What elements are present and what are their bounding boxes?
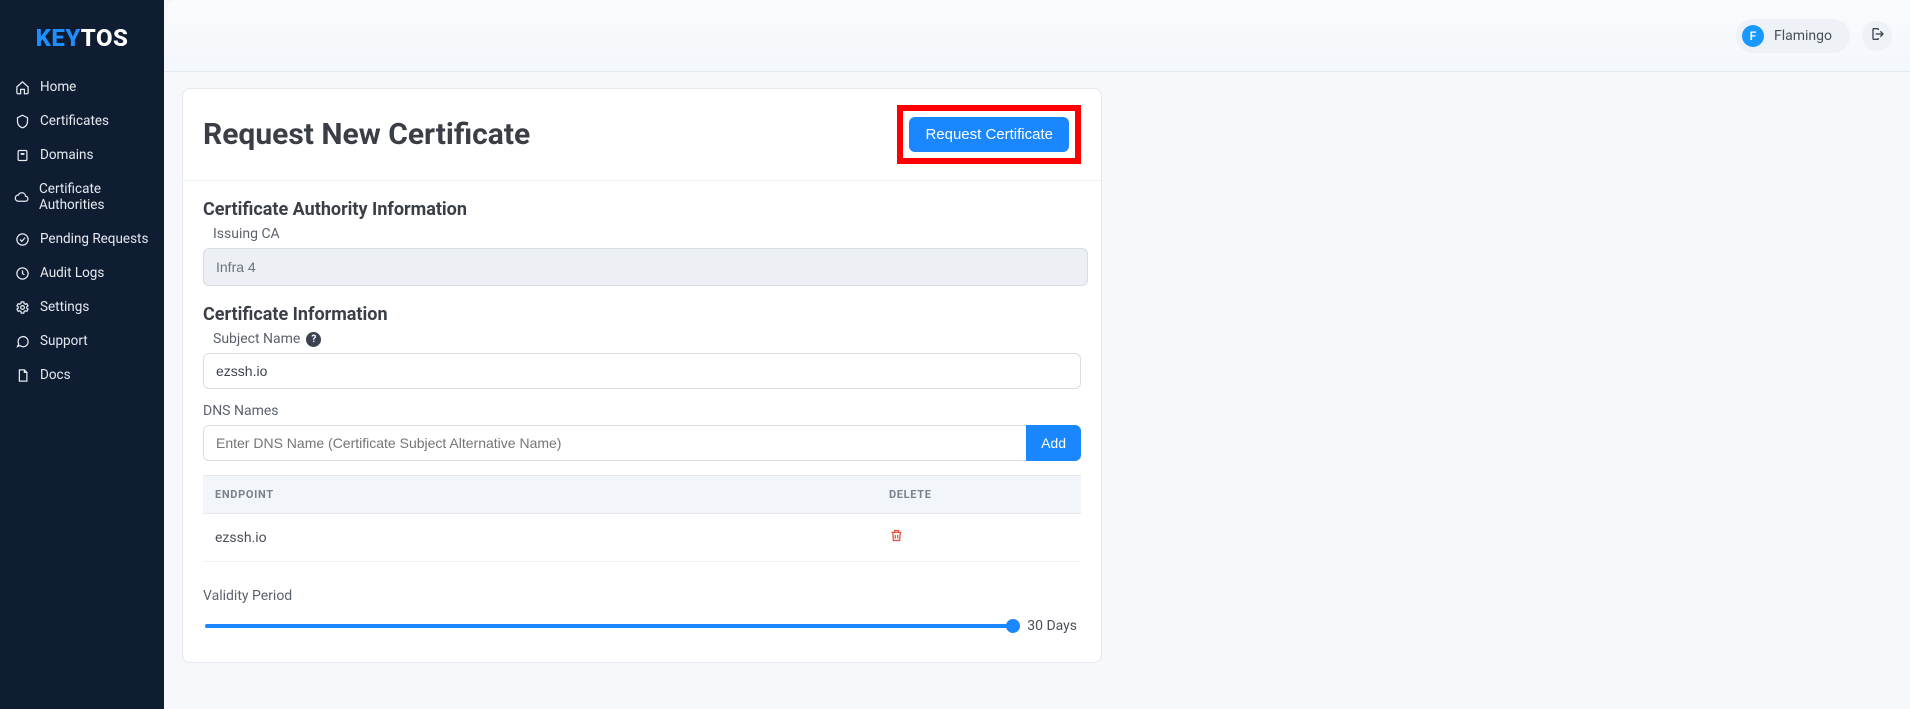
main-column: F Flamingo Request New Certificate Reque… — [164, 0, 1910, 709]
user-chip[interactable]: F Flamingo — [1736, 19, 1850, 53]
sidebar-item-label: Certificate Authorities — [39, 181, 150, 213]
table-row: ezssh.io — [203, 514, 1081, 562]
avatar: F — [1742, 25, 1764, 47]
validity-slider[interactable] — [205, 624, 1013, 628]
brand-logo: KEYTOS — [0, 12, 164, 70]
dns-label: DNS Names — [203, 403, 1081, 419]
card-header: Request New Certificate Request Certific… — [183, 89, 1101, 181]
sidebar-item-label: Support — [40, 333, 88, 349]
sidebar-item-docs[interactable]: Docs — [0, 358, 164, 392]
sidebar-item-label: Docs — [40, 367, 71, 383]
help-icon[interactable]: ? — [306, 332, 321, 347]
sidebar-item-label: Pending Requests — [40, 231, 148, 247]
td-endpoint: ezssh.io — [215, 530, 889, 546]
doc-icon — [14, 367, 30, 383]
sidebar: KEYTOS Home Certificates Domains Certifi… — [0, 0, 164, 709]
chat-icon — [14, 333, 30, 349]
content-area: Request New Certificate Request Certific… — [164, 72, 1910, 683]
validity-section: Validity Period 30 Days — [203, 588, 1081, 634]
sidebar-item-label: Settings — [40, 299, 89, 315]
delete-row-button[interactable] — [889, 528, 904, 546]
sidebar-nav: Home Certificates Domains Certificate Au… — [0, 70, 164, 392]
subject-label-row: Subject Name ? — [213, 331, 1081, 347]
dns-input-row: Add — [203, 425, 1081, 461]
sidebar-item-pending[interactable]: Pending Requests — [0, 222, 164, 256]
gear-icon — [14, 299, 30, 315]
sidebar-item-label: Certificates — [40, 113, 109, 129]
subject-label: Subject Name — [213, 331, 300, 347]
cloud-icon — [14, 189, 29, 205]
table-head: ENDPOINT DELETE — [203, 475, 1081, 514]
ca-section-title: Certificate Authority Information — [203, 199, 1081, 220]
subject-input[interactable] — [203, 353, 1081, 389]
cert-info-title: Certificate Information — [203, 304, 1081, 325]
sidebar-item-certificates[interactable]: Certificates — [0, 104, 164, 138]
sidebar-item-settings[interactable]: Settings — [0, 290, 164, 324]
add-dns-button[interactable]: Add — [1026, 425, 1081, 461]
th-delete: DELETE — [889, 488, 1069, 501]
sidebar-item-label: Audit Logs — [40, 265, 104, 281]
card-body: Certificate Authority Information Issuin… — [183, 181, 1101, 662]
domain-icon — [14, 147, 30, 163]
dns-input[interactable] — [203, 425, 1026, 461]
logout-button[interactable] — [1862, 21, 1892, 51]
topbar: F Flamingo — [164, 0, 1910, 72]
user-name: Flamingo — [1774, 28, 1832, 44]
brand-right: TOS — [81, 24, 129, 52]
th-endpoint: ENDPOINT — [215, 488, 889, 501]
check-circle-icon — [14, 231, 30, 247]
sidebar-item-domains[interactable]: Domains — [0, 138, 164, 172]
certificate-icon — [14, 113, 30, 129]
request-certificate-button[interactable]: Request Certificate — [909, 117, 1069, 152]
validity-label: Validity Period — [203, 588, 1081, 604]
request-button-highlight: Request Certificate — [897, 105, 1081, 164]
sidebar-item-home[interactable]: Home — [0, 70, 164, 104]
dns-table: ENDPOINT DELETE ezssh.io — [203, 475, 1081, 562]
sidebar-item-label: Home — [40, 79, 76, 95]
logout-icon — [1869, 26, 1885, 46]
page-title: Request New Certificate — [203, 117, 530, 152]
sidebar-item-label: Domains — [40, 147, 93, 163]
slider-thumb-icon[interactable] — [1006, 619, 1020, 633]
trash-icon — [889, 531, 904, 546]
sidebar-item-audit-logs[interactable]: Audit Logs — [0, 256, 164, 290]
sidebar-item-cas[interactable]: Certificate Authorities — [0, 172, 164, 222]
clock-icon — [14, 265, 30, 281]
validity-value: 30 Days — [1027, 618, 1077, 634]
issuing-ca-field — [203, 248, 1088, 286]
validity-slider-wrap: 30 Days — [203, 618, 1081, 634]
home-icon — [14, 79, 30, 95]
brand-left: KEY — [36, 24, 81, 52]
issuing-ca-label: Issuing CA — [213, 226, 1081, 242]
request-card: Request New Certificate Request Certific… — [182, 88, 1102, 663]
sidebar-item-support[interactable]: Support — [0, 324, 164, 358]
